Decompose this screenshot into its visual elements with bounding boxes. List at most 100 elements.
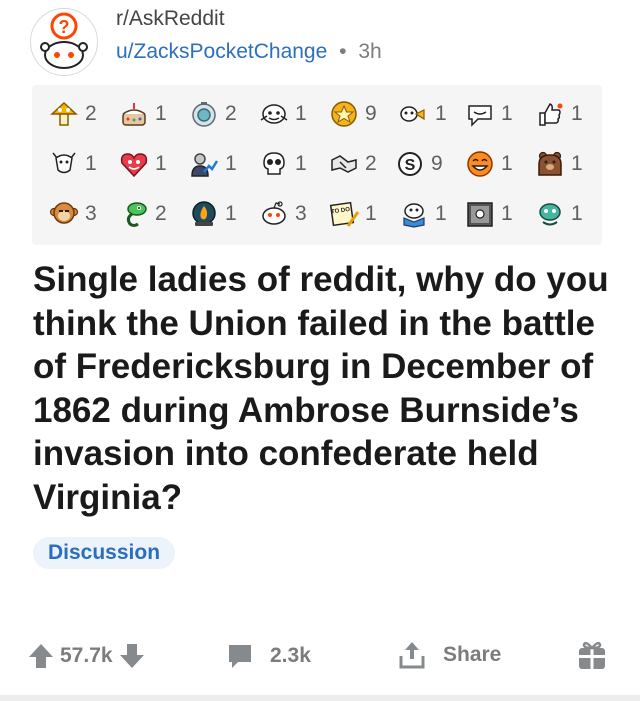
award-coin-s[interactable]: S 9: [392, 149, 443, 179]
award-thumbs-up[interactable]: 1: [532, 99, 583, 129]
snoo-reading-award-icon: [396, 199, 432, 229]
silver-coin-award-icon: [186, 99, 222, 129]
award-snoo-wave[interactable]: 1: [532, 199, 583, 229]
coin-s-award-icon: S: [392, 149, 428, 179]
snoo-wave-award-icon: [532, 199, 568, 229]
award-count: 2: [155, 202, 167, 225]
snake-award-icon: [116, 199, 152, 229]
award-count: 1: [85, 152, 97, 175]
award-count: 1: [295, 102, 307, 125]
award-count: 1: [225, 202, 237, 225]
stonks-award-icon: [186, 149, 222, 179]
post-flair[interactable]: Discussion: [33, 537, 176, 569]
award-snake[interactable]: 2: [116, 199, 167, 229]
share-button[interactable]: Share: [397, 640, 501, 670]
award-goat[interactable]: 1: [46, 149, 97, 179]
post-header: ? r/AskReddit u/ZacksPocketChange • 3h: [0, 0, 640, 80]
award-vault[interactable]: 1: [462, 199, 513, 229]
mushroom-award-icon: [46, 99, 82, 129]
award-count: 2: [225, 102, 237, 125]
award-count: 1: [365, 202, 377, 225]
post-divider: [0, 695, 640, 701]
cake-award-icon: [116, 99, 152, 129]
askreddit-snoo-icon: ?: [40, 12, 88, 69]
award-monkey[interactable]: 3: [46, 199, 97, 229]
award-count: 1: [435, 202, 447, 225]
share-label: Share: [443, 643, 502, 666]
upvote-button[interactable]: [28, 642, 54, 670]
author-username[interactable]: u/ZacksPocketChange: [116, 40, 327, 63]
snoo-hug-award-icon: [256, 99, 292, 129]
downvote-button[interactable]: [119, 642, 145, 670]
bear-award-icon: [532, 149, 568, 179]
award-gold-star[interactable]: 9: [326, 99, 377, 129]
award-handshake[interactable]: 2: [326, 149, 377, 179]
award-count: 2: [365, 152, 377, 175]
award-cake[interactable]: 1: [116, 99, 167, 129]
post-action-bar: 57.7k 2.3k Share: [0, 632, 640, 680]
award-count: 1: [501, 152, 513, 175]
award-count: 1: [435, 102, 447, 125]
award-count: 9: [365, 102, 377, 125]
vault-award-icon: [462, 199, 498, 229]
speech-bubble-award-icon: [462, 99, 498, 129]
award-count: 1: [571, 202, 583, 225]
laughing-face-award-icon: [462, 149, 498, 179]
vote-score: 57.7k: [60, 644, 113, 667]
post-age: 3h: [358, 40, 382, 63]
award-skull[interactable]: 1: [256, 149, 307, 179]
award-count: 3: [85, 202, 97, 225]
snoo-trumpet-award-icon: [396, 99, 432, 129]
arrow-up-icon: [29, 644, 53, 668]
snoo-face-award-icon: [256, 199, 292, 229]
thumbs-up-award-icon: [532, 99, 568, 129]
award-count: 1: [571, 152, 583, 175]
comments-button[interactable]: 2.3k: [226, 642, 311, 670]
post-title[interactable]: Single ladies of reddit, why do you thin…: [33, 258, 623, 519]
gift-icon: [579, 641, 605, 669]
award-stonks[interactable]: 1: [186, 149, 237, 179]
award-count: 1: [155, 152, 167, 175]
award-snoo-face[interactable]: 3: [256, 199, 307, 229]
svg-text:S: S: [405, 157, 416, 174]
award-count: 9: [431, 152, 443, 175]
award-count: 1: [295, 152, 307, 175]
fire-snowglobe-award-icon: [186, 199, 222, 229]
award-count: 1: [571, 102, 583, 125]
arrow-down-icon: [119, 644, 144, 668]
award-mushroom[interactable]: 2: [46, 99, 97, 129]
vote-controls: 57.7k: [28, 642, 145, 670]
award-laughing-face[interactable]: 1: [462, 149, 513, 179]
award-fire-snowglobe[interactable]: 1: [186, 199, 237, 229]
goat-award-icon: [46, 149, 82, 179]
subreddit-avatar[interactable]: ?: [30, 8, 98, 76]
award-snoo-hug[interactable]: 1: [256, 99, 307, 129]
award-speech-bubble[interactable]: 1: [462, 99, 513, 129]
share-icon: [399, 642, 425, 669]
heart-face-award-icon: [116, 149, 152, 179]
comments-count: 2.3k: [270, 644, 311, 667]
monkey-award-icon: [46, 199, 82, 229]
subreddit-name[interactable]: r/AskReddit: [116, 7, 225, 31]
award-heart-face[interactable]: 1: [116, 149, 167, 179]
awards-panel[interactable]: 2 1 2 1 9 1 1 1 1 1 1 1 2 S 9 1 1 3 2 1 …: [32, 85, 602, 245]
award-todo-list[interactable]: TO DO 1: [326, 199, 377, 229]
meta-separator: •: [339, 40, 347, 63]
award-snoo-reading[interactable]: 1: [396, 199, 447, 229]
award-count: 2: [85, 102, 97, 125]
award-count: 1: [501, 102, 513, 125]
award-count: 1: [155, 102, 167, 125]
handshake-award-icon: [326, 149, 362, 179]
award-silver-coin[interactable]: 2: [186, 99, 237, 129]
skull-award-icon: [256, 149, 292, 179]
award-bear[interactable]: 1: [532, 149, 583, 179]
svg-text:?: ?: [59, 17, 70, 37]
award-snoo-trumpet[interactable]: 1: [396, 99, 447, 129]
award-count: 3: [295, 202, 307, 225]
gift-button[interactable]: [576, 638, 608, 672]
todo-list-award-icon: TO DO: [326, 199, 362, 229]
award-count: 1: [501, 202, 513, 225]
award-count: 1: [225, 152, 237, 175]
author-line: u/ZacksPocketChange • 3h: [116, 40, 382, 64]
comment-icon: [229, 645, 251, 668]
